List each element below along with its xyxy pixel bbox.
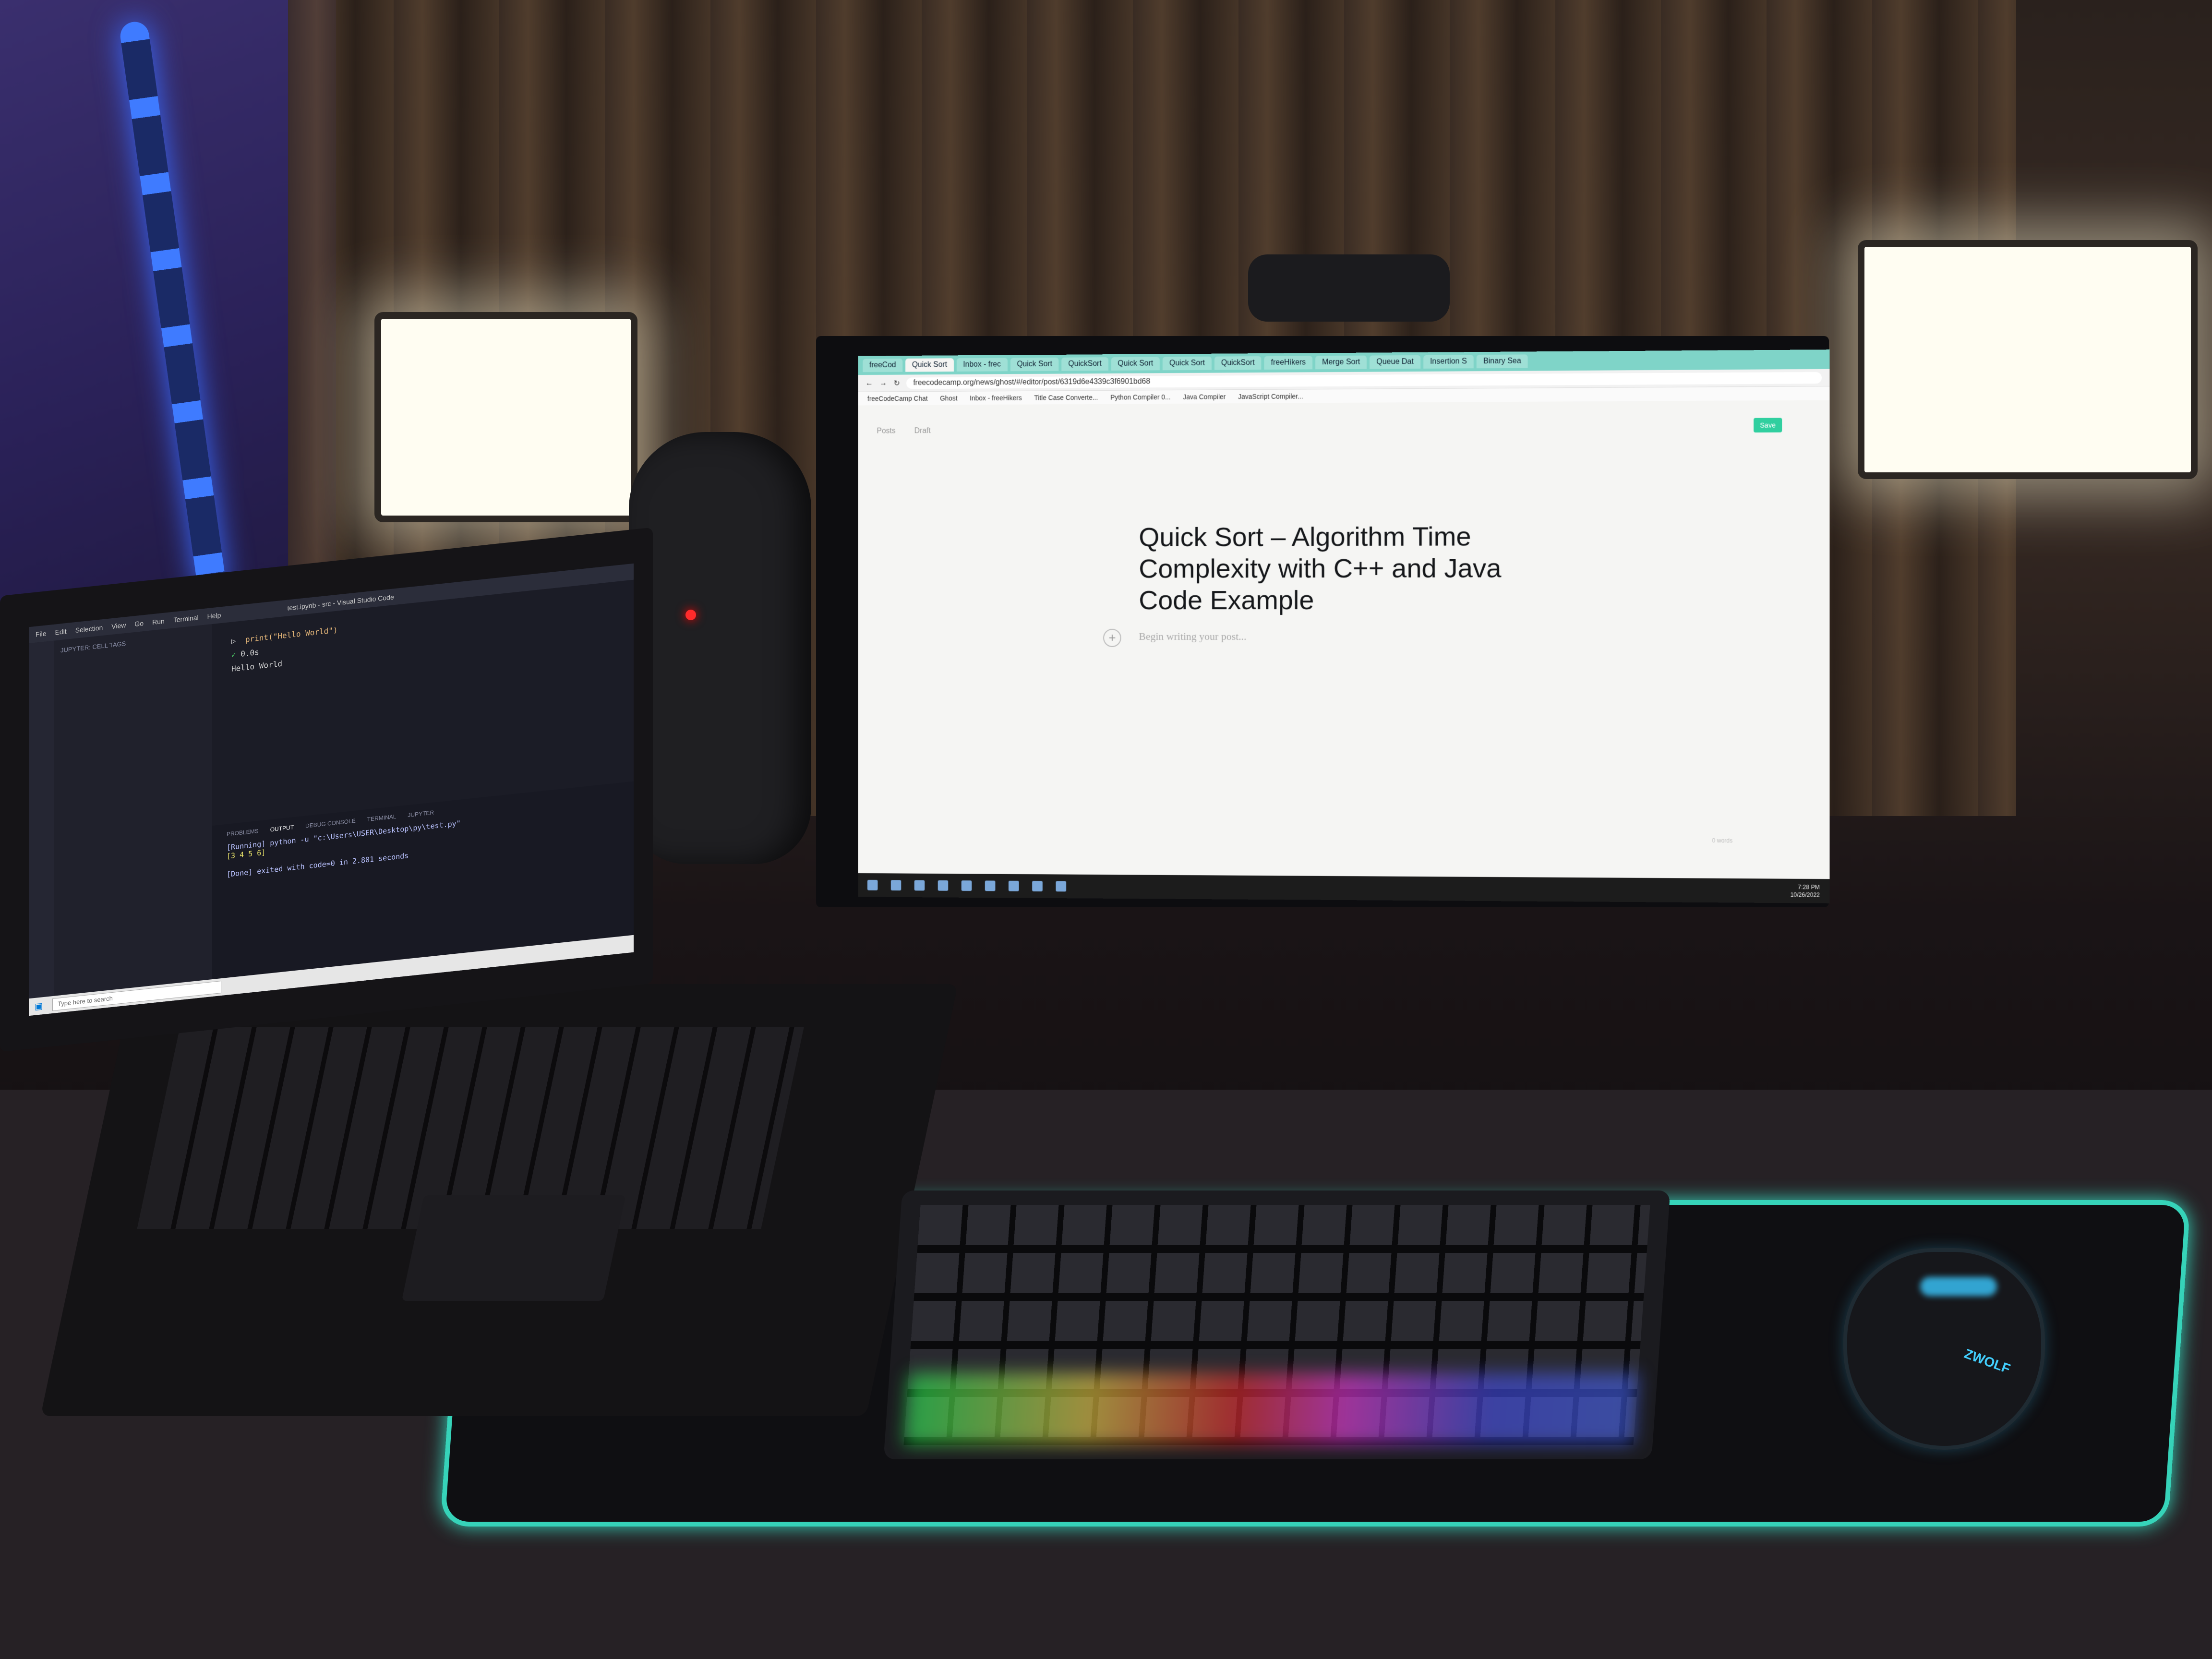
vscode-activity-bar <box>29 640 54 999</box>
editor-breadcrumb: Posts Draft <box>877 427 930 435</box>
webcam <box>1248 254 1450 322</box>
address-bar[interactable]: freecodecamp.org/news/ghost/#/editor/pos… <box>906 372 1822 389</box>
left-light-panel <box>374 312 637 522</box>
bookmark[interactable]: Ghost <box>940 395 958 402</box>
tab-output[interactable]: OUTPUT <box>270 824 294 833</box>
bookmark[interactable]: Title Case Converte... <box>1034 394 1098 402</box>
store-icon[interactable] <box>985 880 996 891</box>
mouse-light <box>1920 1277 1997 1296</box>
browser-tab[interactable]: Quick Sort <box>1163 356 1212 371</box>
browser-tab[interactable]: Inbox - frec <box>956 358 1008 372</box>
browser-tab[interactable]: Quick Sort <box>1111 357 1160 371</box>
edge-icon[interactable] <box>938 880 949 891</box>
mic-indicator-light <box>685 610 696 620</box>
microphone <box>629 432 811 864</box>
start-icon[interactable] <box>867 879 878 890</box>
bookmark[interactable]: freeCodeCamp Chat <box>867 395 928 403</box>
menu-item[interactable]: View <box>111 621 126 630</box>
save-button[interactable]: Save <box>1754 418 1782 433</box>
clock-date: 10/26/2022 <box>1790 891 1820 899</box>
menu-item[interactable]: Selection <box>75 624 103 634</box>
start-icon[interactable]: ▣ <box>35 1001 43 1012</box>
browser-tab[interactable]: freeCod <box>863 358 903 373</box>
tab-jupyter[interactable]: JUPYTER <box>408 809 434 818</box>
bookmark[interactable]: JavaScript Compiler... <box>1238 392 1303 400</box>
tab-debug-console[interactable]: DEBUG CONSOLE <box>305 817 356 830</box>
browser-tab[interactable]: Quick Sort <box>1010 357 1059 372</box>
vscode-sidebar: JUPYTER: CELL TAGS <box>54 624 212 996</box>
browser-tab[interactable]: freeHikers <box>1264 356 1313 370</box>
laptop-touchpad <box>401 1195 626 1301</box>
menu-item[interactable]: Go <box>134 619 144 628</box>
rgb-glow <box>903 1373 1639 1445</box>
laptop-screen: File Edit Selection View Go Run Terminal… <box>29 563 634 1016</box>
posts-link[interactable]: Posts <box>877 427 895 436</box>
clock: 7:28 PM 10/26/2022 <box>1791 883 1820 899</box>
menu-item[interactable]: Run <box>152 617 165 626</box>
search-icon[interactable] <box>890 880 902 891</box>
forward-icon[interactable]: → <box>879 379 887 387</box>
menu-item[interactable]: Edit <box>55 627 67 637</box>
cell-time: 0.0s <box>240 647 259 659</box>
reload-icon[interactable]: ↻ <box>894 378 900 388</box>
browser-tab[interactable]: Queue Dat <box>1370 355 1420 369</box>
bookmark[interactable]: Python Compiler 0... <box>1110 393 1171 401</box>
sidebar-header: JUPYTER: CELL TAGS <box>60 639 126 654</box>
browser-tab[interactable]: Insertion S <box>1423 355 1474 369</box>
draft-status: Draft <box>914 427 931 435</box>
chrome-icon[interactable] <box>1056 881 1067 892</box>
bookmark[interactable]: Inbox - freeHikers <box>970 394 1022 402</box>
monitor-screen: freeCod Quick Sort Inbox - frec Quick So… <box>858 349 1830 903</box>
menu-item[interactable]: File <box>36 629 47 638</box>
folder-icon[interactable] <box>961 880 972 891</box>
plus-icon[interactable]: + <box>1103 628 1121 647</box>
spotify-icon[interactable] <box>1008 880 1019 891</box>
rgb-keyboard <box>883 1190 1671 1459</box>
menu-item[interactable]: Terminal <box>173 613 199 624</box>
browser-tab[interactable]: Merge Sort <box>1315 355 1367 370</box>
tab-terminal[interactable]: TERMINAL <box>367 813 397 823</box>
post-title[interactable]: Quick Sort – Algorithm Time Complexity w… <box>1139 520 1532 616</box>
clock-time: 7:28 PM <box>1798 883 1820 891</box>
bookmark[interactable]: Java Compiler <box>1183 393 1226 400</box>
back-icon[interactable]: ← <box>866 379 873 387</box>
right-light-panel <box>1858 240 2198 479</box>
word-count: 0 words <box>1712 837 1733 844</box>
menu-item[interactable]: Help <box>207 611 221 620</box>
browser-tab-active[interactable]: Quick Sort <box>905 358 954 372</box>
task-view-icon[interactable] <box>914 880 925 891</box>
browser-tab[interactable]: QuickSort <box>1061 357 1108 371</box>
tab-problems[interactable]: PROBLEMS <box>227 828 259 838</box>
browser-tab[interactable]: QuickSort <box>1214 356 1262 370</box>
check-icon: ✓ <box>231 649 236 660</box>
post-body-input[interactable]: Begin writing your post... <box>1139 630 1246 643</box>
vscode-icon[interactable] <box>1032 881 1043 892</box>
run-icon[interactable]: ▷ <box>231 636 236 646</box>
browser-tab[interactable]: Binary Sea <box>1476 354 1528 369</box>
